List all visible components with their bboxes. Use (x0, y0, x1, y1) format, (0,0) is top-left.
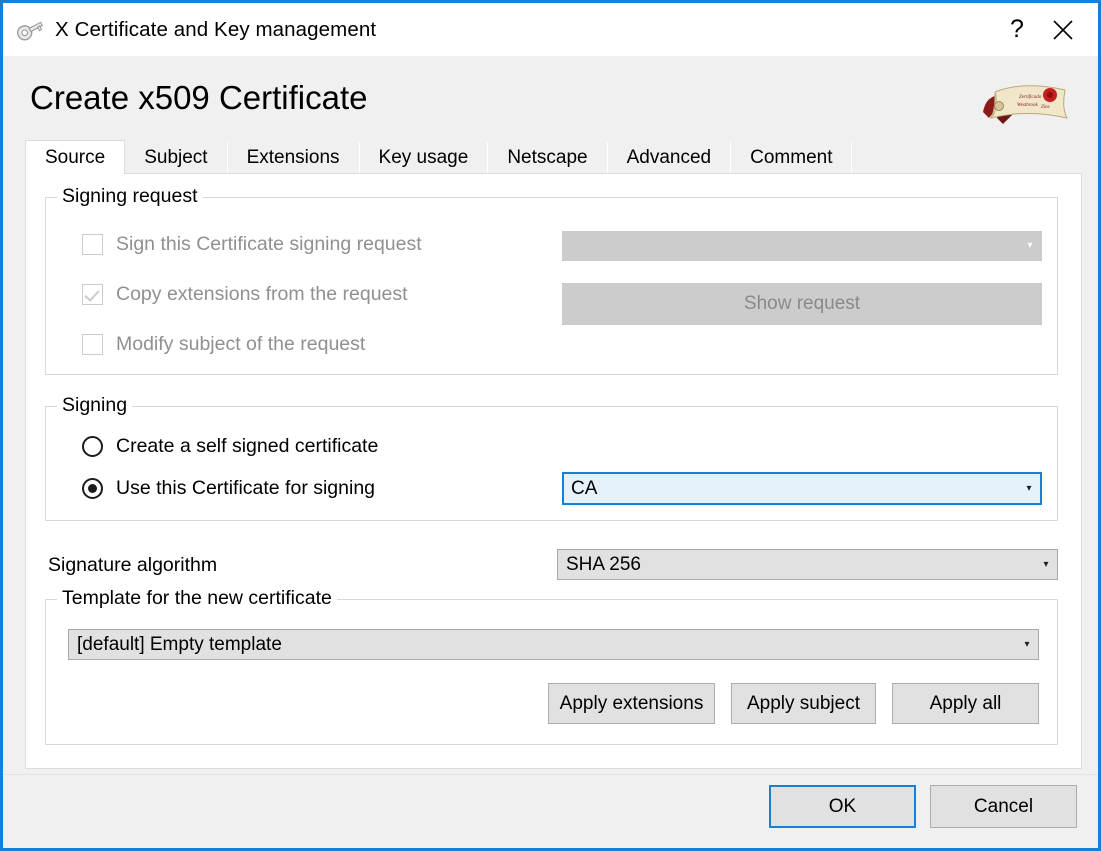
template-combo[interactable]: [default] Empty template ▾ (68, 629, 1039, 660)
svg-text:Westbrook: Westbrook (1017, 103, 1039, 108)
window-title: X Certificate and Key management (55, 17, 377, 41)
chevron-down-icon: ▾ (1026, 482, 1032, 494)
modify-subject-label: Modify subject of the request (116, 333, 366, 355)
sign-csr-label: Sign this Certificate signing request (116, 233, 422, 255)
title-bar: X Certificate and Key management ? (3, 3, 1098, 56)
sign-csr-row[interactable]: Sign this Certificate signing request (82, 233, 422, 256)
apply-all-button[interactable]: Apply all (892, 683, 1039, 724)
signature-algorithm-combo[interactable]: SHA 256 ▾ (557, 549, 1058, 580)
signature-algorithm-value: SHA 256 (566, 553, 641, 575)
chevron-down-icon: ▾ (1024, 638, 1030, 650)
footer-divider (3, 774, 1098, 775)
template-group-title: Template for the new certificate (57, 587, 337, 610)
modify-subject-checkbox[interactable] (82, 334, 103, 355)
modify-subject-row[interactable]: Modify subject of the request (82, 333, 365, 356)
apply-subject-button[interactable]: Apply subject (731, 683, 876, 724)
self-signed-radio-row[interactable]: Create a self signed certificate (82, 435, 378, 458)
key-icon (15, 15, 45, 45)
tab-source[interactable]: Source (25, 140, 126, 174)
source-tab-panel: Signing request Sign this Certificate si… (25, 173, 1082, 769)
svg-text:Zins: Zins (1041, 105, 1050, 110)
certificate-combo-value: CA (571, 477, 598, 499)
signature-algorithm-label: Signature algorithm (48, 554, 218, 576)
tab-subject[interactable]: Subject (125, 142, 228, 174)
sign-csr-checkbox[interactable] (82, 234, 103, 255)
close-icon (1053, 19, 1073, 40)
use-certificate-label: Use this Certificate for signing (116, 477, 376, 499)
signing-group: Signing Create a self signed certificate… (45, 394, 1058, 521)
signing-request-group-title: Signing request (57, 185, 203, 208)
template-combo-value: [default] Empty template (77, 633, 282, 655)
close-button[interactable] (1040, 3, 1086, 56)
use-certificate-radio[interactable] (82, 478, 103, 499)
self-signed-radio[interactable] (82, 436, 103, 457)
tab-key-usage[interactable]: Key usage (359, 142, 489, 174)
certificate-combo[interactable]: CA ▾ (562, 472, 1042, 505)
copy-extensions-checkbox[interactable] (82, 284, 103, 305)
use-certificate-radio-row[interactable]: Use this Certificate for signing (82, 477, 375, 500)
tab-bar[interactable]: Source Subject Extensions Key usage Nets… (25, 140, 1082, 174)
certificate-scroll-icon: Zertificado Westbrook Zins (975, 78, 1075, 130)
create-certificate-window: X Certificate and Key management ? Creat… (0, 0, 1101, 851)
apply-extensions-button[interactable]: Apply extensions (548, 683, 715, 724)
svg-text:Zertificado: Zertificado (1019, 95, 1042, 100)
tab-extensions[interactable]: Extensions (227, 142, 360, 174)
page-title: Create x509 Certificate (30, 79, 368, 116)
signing-request-combo[interactable]: ▾ (562, 231, 1042, 261)
copy-extensions-label: Copy extensions from the request (116, 283, 408, 305)
self-signed-label: Create a self signed certificate (116, 435, 379, 457)
copy-extensions-row[interactable]: Copy extensions from the request (82, 283, 408, 306)
template-group: Template for the new certificate [defaul… (45, 587, 1058, 745)
ok-button[interactable]: OK (769, 785, 916, 828)
chevron-down-icon: ▾ (1027, 240, 1033, 251)
tab-advanced[interactable]: Advanced (607, 142, 732, 174)
tab-netscape[interactable]: Netscape (488, 142, 608, 174)
cancel-button[interactable]: Cancel (930, 785, 1077, 828)
help-button[interactable]: ? (994, 3, 1040, 56)
tab-comment[interactable]: Comment (731, 142, 853, 174)
signing-group-title: Signing (57, 394, 133, 417)
tab-strip-filler (852, 142, 1082, 174)
show-request-button[interactable]: Show request (562, 283, 1042, 325)
signing-request-group: Signing request Sign this Certificate si… (45, 185, 1058, 375)
chevron-down-icon: ▾ (1043, 558, 1049, 570)
